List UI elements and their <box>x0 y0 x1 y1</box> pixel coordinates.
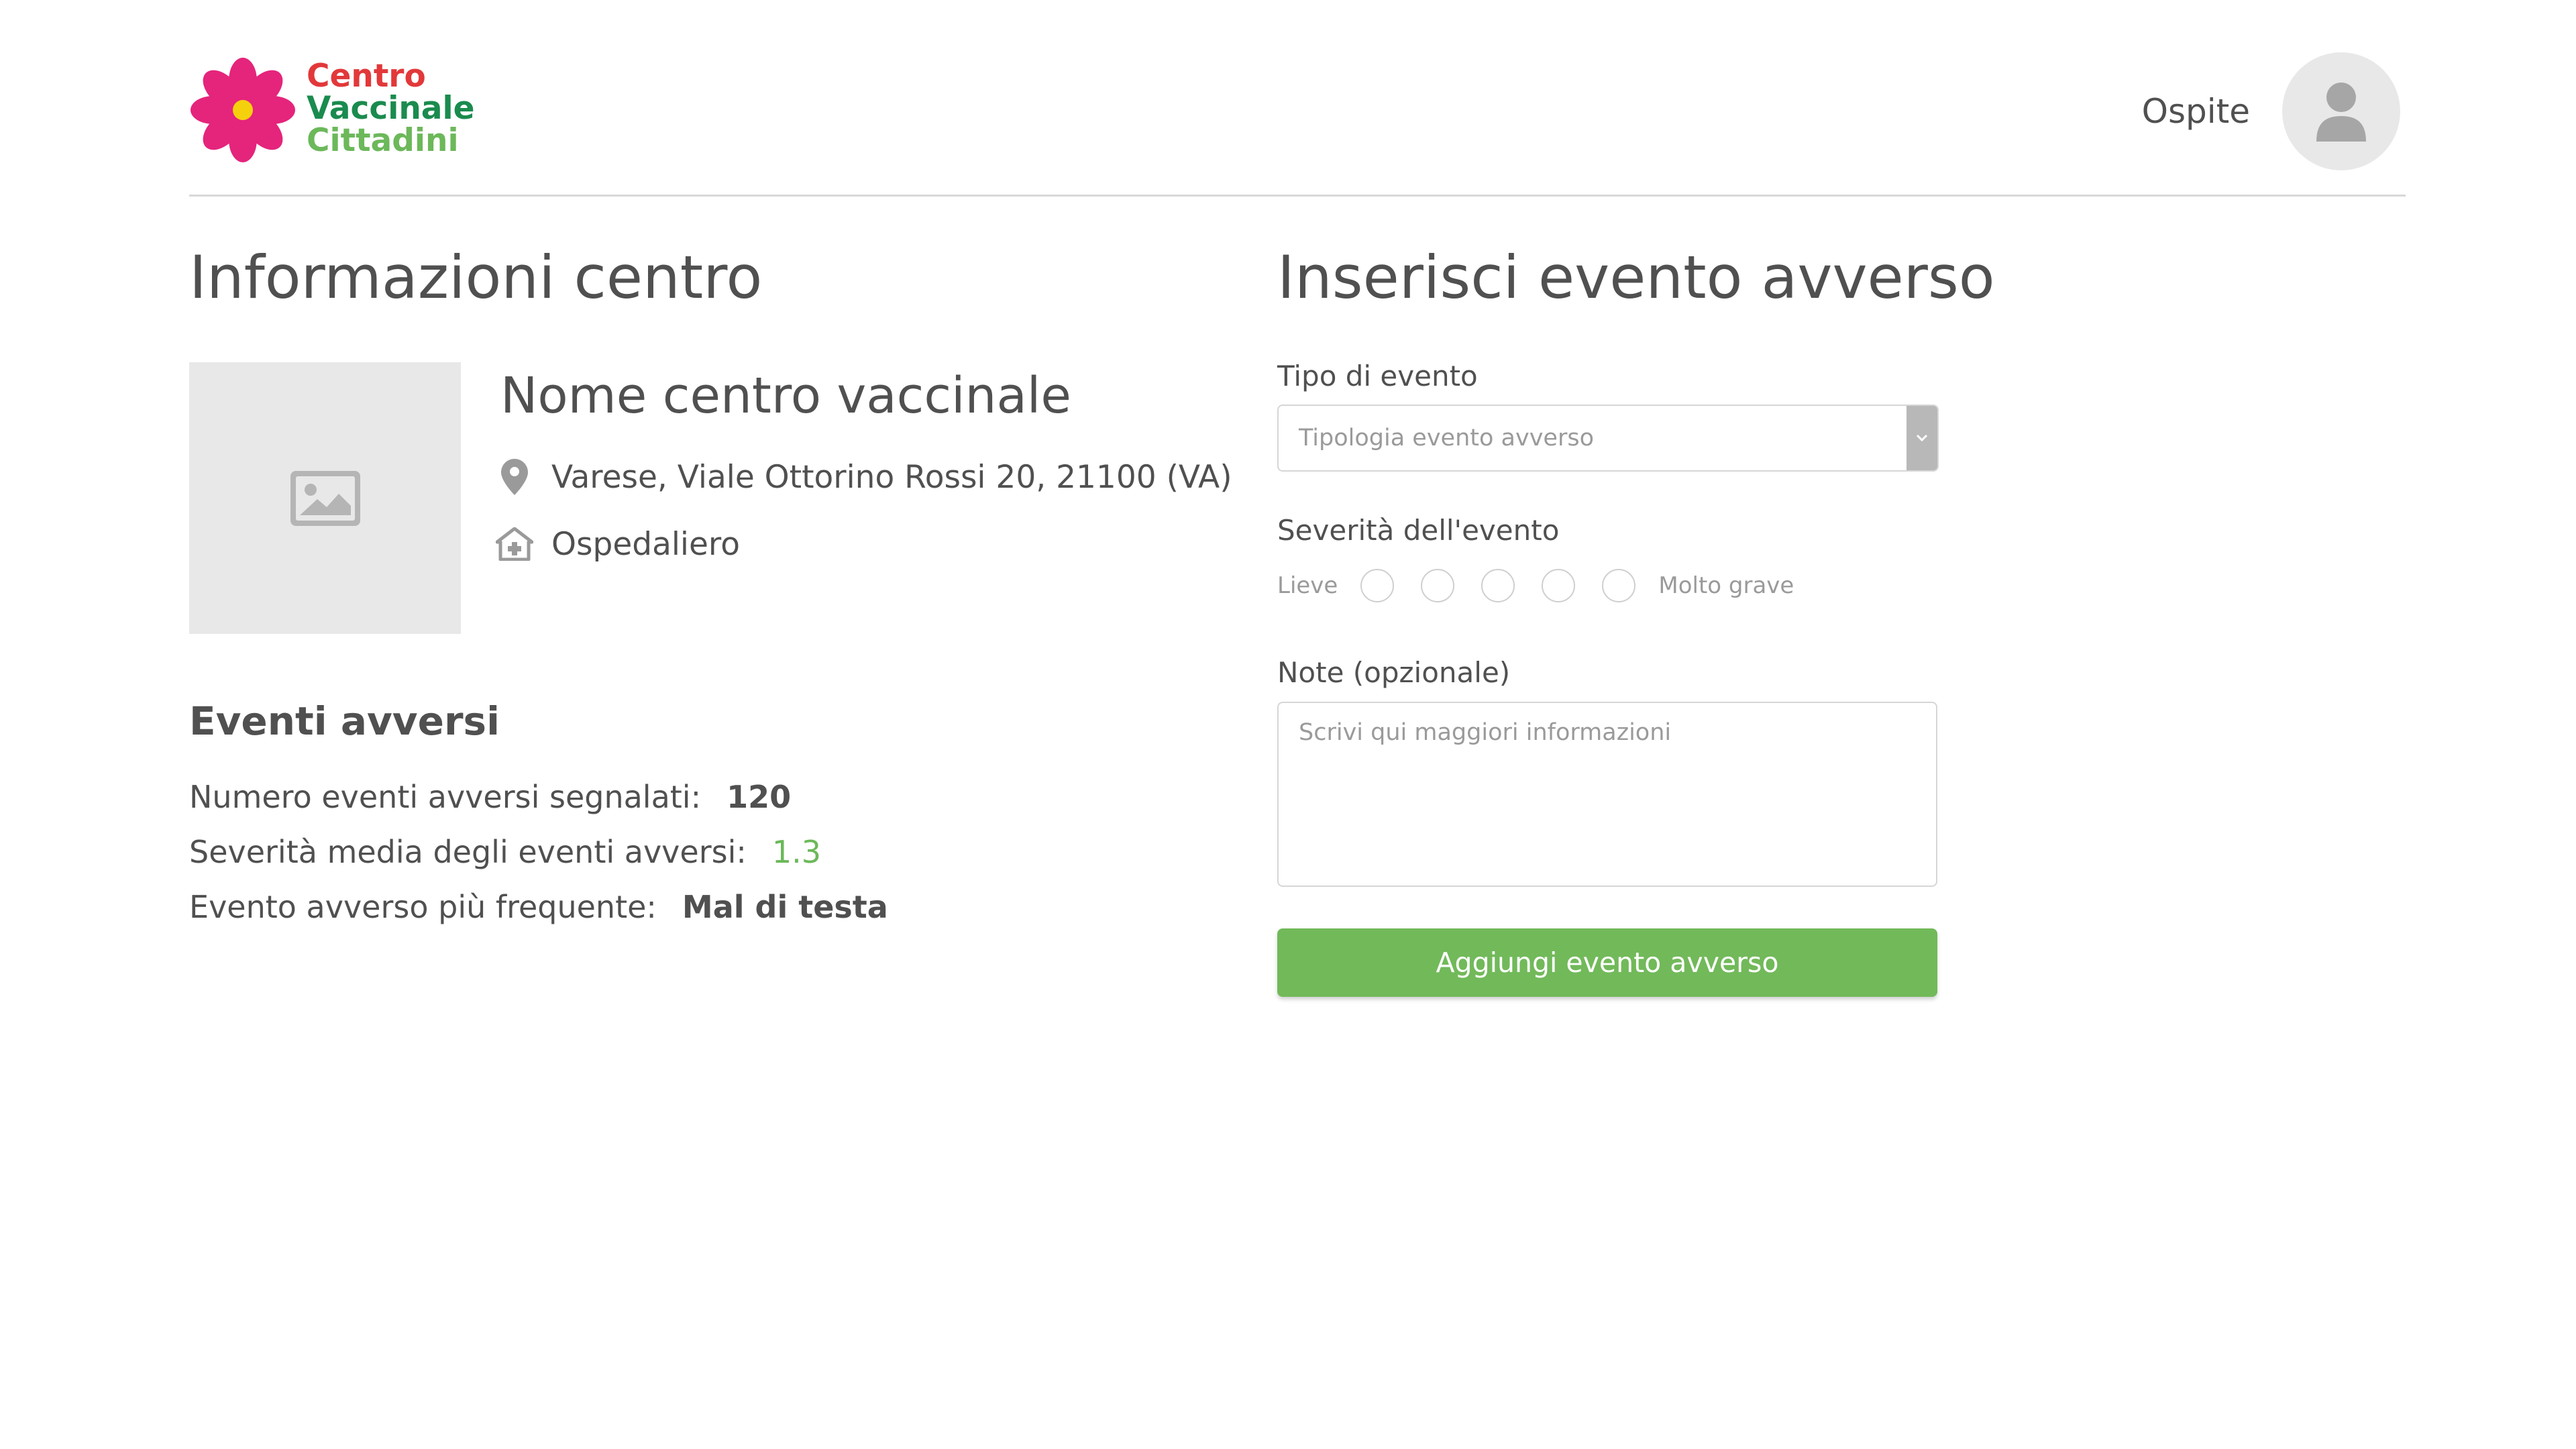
severity-radio-2[interactable] <box>1421 569 1455 602</box>
stat-label: Evento avverso più frequente: <box>189 889 657 925</box>
event-type-placeholder: Tipologia evento avverso <box>1299 425 1594 451</box>
avatar[interactable] <box>2282 52 2400 170</box>
event-type-select[interactable]: Tipologia evento avverso <box>1277 405 1939 472</box>
add-adverse-event-button[interactable]: Aggiungi evento avverso <box>1277 928 1937 997</box>
stat-row-severity: Severità media degli eventi avversi: 1.3 <box>189 832 821 872</box>
severity-radio-1[interactable] <box>1360 569 1395 602</box>
event-type-label: Tipo di evento <box>1277 360 1478 392</box>
stat-row-count: Numero eventi avversi segnalati: 120 <box>189 777 791 817</box>
notes-label: Note (opzionale) <box>1277 656 1511 689</box>
notes-placeholder: Scrivi qui maggiori informazioni <box>1299 719 1672 746</box>
severity-max-label: Molto grave <box>1658 572 1794 599</box>
image-icon <box>290 470 360 526</box>
stat-value: 120 <box>727 779 792 815</box>
flower-logo-icon <box>191 58 295 162</box>
center-info-title: Informazioni centro <box>189 243 763 312</box>
user-menu[interactable]: Ospite <box>2142 52 2400 170</box>
severity-label: Severità dell'evento <box>1277 514 1560 547</box>
center-address-row: Varese, Viale Ottorino Rossi 20, 21100 (… <box>495 458 1232 496</box>
center-type: Ospedaliero <box>551 525 740 563</box>
chevron-down-icon[interactable] <box>1907 406 1937 470</box>
center-type-row: Ospedaliero <box>495 525 740 564</box>
stat-row-frequent: Evento avverso più frequente: Mal di test… <box>189 887 888 927</box>
logo[interactable]: Centro Vaccinale Cittadini <box>189 56 511 164</box>
severity-radio-5[interactable] <box>1602 569 1636 602</box>
stat-label: Numero eventi avversi segnalati: <box>189 779 702 815</box>
severity-radio-4[interactable] <box>1542 569 1576 602</box>
adverse-events-title: Eventi avversi <box>189 698 500 744</box>
logo-line-2: Vaccinale <box>307 90 475 127</box>
logo-line-3: Cittadini <box>307 122 459 159</box>
form-title: Inserisci evento avverso <box>1277 243 1995 312</box>
stat-label: Severità media degli eventi avversi: <box>189 834 747 870</box>
page: Centro Vaccinale Cittadini Ospite Inform… <box>0 0 2576 1449</box>
header-divider <box>189 195 2406 197</box>
hospital-icon <box>495 525 534 564</box>
user-icon <box>2316 83 2366 142</box>
severity-radio-3[interactable] <box>1481 569 1515 602</box>
center-address: Varese, Viale Ottorino Rossi 20, 21100 (… <box>551 458 1232 496</box>
severity-min-label: Lieve <box>1277 572 1338 599</box>
center-image <box>189 362 461 634</box>
map-pin-icon <box>495 458 534 496</box>
severity-scale: Lieve Molto grave <box>1277 568 1794 604</box>
logo-line-1: Centro <box>307 58 426 95</box>
stat-value: Mal di testa <box>682 889 888 925</box>
notes-textarea[interactable]: Scrivi qui maggiori informazioni <box>1277 702 1937 887</box>
logo-text: Centro Vaccinale Cittadini <box>307 60 475 157</box>
stat-value: 1.3 <box>771 834 822 870</box>
center-name: Nome centro vaccinale <box>500 367 1071 425</box>
user-name: Ospite <box>2141 92 2250 131</box>
